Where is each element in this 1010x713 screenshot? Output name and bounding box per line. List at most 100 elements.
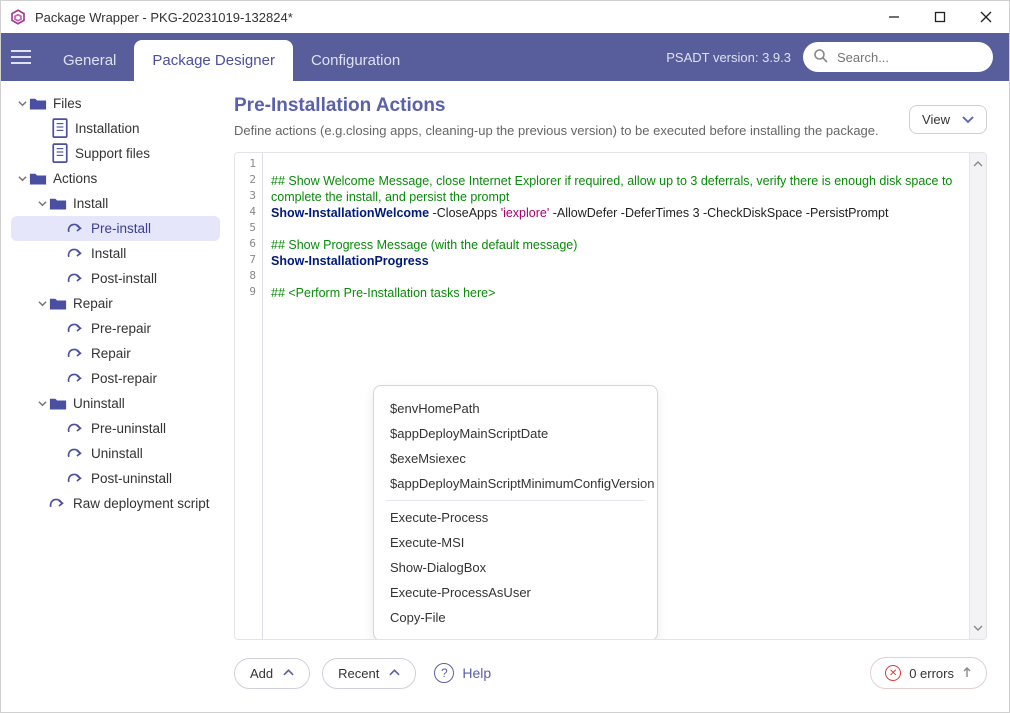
window-titlebar: Package Wrapper - PKG-20231019-132824* xyxy=(1,1,1009,33)
line-number: 3 xyxy=(235,189,262,205)
sidebar-item-label: Pre-repair xyxy=(91,321,151,336)
sidebar-item-label: Post-uninstall xyxy=(91,471,172,486)
sidebar-item-post-install[interactable]: Post-install xyxy=(11,266,220,291)
help-label: Help xyxy=(462,665,491,681)
suggest-item[interactable]: Show-DialogBox xyxy=(374,555,657,580)
autocomplete-popup[interactable]: $envHomePath $appDeployMainScriptDate $e… xyxy=(373,385,658,640)
sidebar-item-repair[interactable]: Repair xyxy=(11,291,220,316)
editor-gutter: 123456789 xyxy=(235,153,263,639)
suggest-divider xyxy=(386,500,645,501)
sidebar-item-installation[interactable]: Installation xyxy=(11,116,220,141)
view-button[interactable]: View xyxy=(909,105,987,134)
sidebar-item-uninstall[interactable]: Uninstall xyxy=(11,391,220,416)
line-number: 1 xyxy=(235,157,262,173)
sidebar-item-label: Uninstall xyxy=(91,446,143,461)
folder-icon xyxy=(29,95,47,113)
action-arrow-icon xyxy=(67,445,85,463)
window-close-button[interactable] xyxy=(963,1,1009,33)
sidebar-item-label: Uninstall xyxy=(73,396,125,411)
folder-icon xyxy=(29,170,47,188)
action-arrow-icon xyxy=(49,495,67,513)
sidebar-item-label: Post-repair xyxy=(91,371,157,386)
sidebar: Files Installation Support files Actions… xyxy=(1,81,226,712)
sidebar-item-actions[interactable]: Actions xyxy=(11,166,220,191)
sidebar-item-pre-install[interactable]: Pre-install xyxy=(11,216,220,241)
sidebar-item-pre-uninstall[interactable]: Pre-uninstall xyxy=(11,416,220,441)
suggest-item[interactable]: $appDeployMainScriptMinimumConfigVersion xyxy=(374,471,657,496)
suggest-item[interactable]: Execute-Process xyxy=(374,505,657,530)
hamburger-menu-button[interactable] xyxy=(1,33,41,81)
sidebar-item-uninstall-action[interactable]: Uninstall xyxy=(11,441,220,466)
main-panel: Pre-Installation Actions Define actions … xyxy=(226,81,1009,712)
suggest-item[interactable]: $exeMsiexec xyxy=(374,446,657,471)
page-subtitle: Define actions (e.g.closing apps, cleani… xyxy=(234,123,909,138)
bottom-toolbar: Add Recent ? Help ✕ 0 errors xyxy=(234,650,987,696)
sidebar-item-install[interactable]: Install xyxy=(11,191,220,216)
line-number: 7 xyxy=(235,253,262,269)
sidebar-item-label: Installation xyxy=(75,121,140,136)
action-arrow-icon xyxy=(67,270,85,288)
suggest-item[interactable]: $appDeployMainScriptDate xyxy=(374,421,657,446)
code-editor[interactable]: 123456789 ## Show Welcome Message, close… xyxy=(234,152,987,640)
app-logo-icon xyxy=(9,8,27,26)
sidebar-item-label: Pre-uninstall xyxy=(91,421,166,436)
sidebar-item-support-files[interactable]: Support files xyxy=(11,141,220,166)
line-number: 2 xyxy=(235,173,262,189)
errors-button[interactable]: ✕ 0 errors xyxy=(870,657,987,689)
action-arrow-icon xyxy=(67,470,85,488)
sidebar-item-post-uninstall[interactable]: Post-uninstall xyxy=(11,466,220,491)
chevron-down-icon xyxy=(15,99,29,108)
sidebar-item-label: Support files xyxy=(75,146,150,161)
error-x-icon: ✕ xyxy=(885,665,901,681)
window-maximize-button[interactable] xyxy=(917,1,963,33)
action-arrow-icon xyxy=(67,320,85,338)
sidebar-item-post-repair[interactable]: Post-repair xyxy=(11,366,220,391)
suggest-item[interactable]: Execute-ProcessAsUser xyxy=(374,580,657,605)
action-arrow-icon xyxy=(67,245,85,263)
sidebar-item-label: Install xyxy=(91,246,126,261)
sidebar-item-files[interactable]: Files xyxy=(11,91,220,116)
editor-scrollbar[interactable] xyxy=(969,153,986,639)
sidebar-item-label: Post-install xyxy=(91,271,157,286)
suggest-item[interactable]: $envHomePath xyxy=(374,396,657,421)
tab-bar: General Package Designer Configuration xyxy=(45,40,418,81)
chevron-down-icon xyxy=(35,399,49,408)
sidebar-item-label: Pre-install xyxy=(91,221,151,236)
line-number: 4 xyxy=(235,205,262,221)
sidebar-item-label: Actions xyxy=(53,171,97,186)
chevron-down-icon xyxy=(35,199,49,208)
sidebar-item-repair-action[interactable]: Repair xyxy=(11,341,220,366)
sidebar-item-label: Files xyxy=(53,96,82,111)
action-arrow-icon xyxy=(67,420,85,438)
search-icon xyxy=(813,48,829,69)
sidebar-item-raw-script[interactable]: Raw deployment script xyxy=(11,491,220,516)
arrow-up-icon xyxy=(962,666,972,681)
view-button-label: View xyxy=(922,112,950,127)
scroll-up-icon xyxy=(973,155,983,173)
tab-package-designer[interactable]: Package Designer xyxy=(134,40,293,81)
window-minimize-button[interactable] xyxy=(871,1,917,33)
errors-label: 0 errors xyxy=(909,666,954,681)
tab-general[interactable]: General xyxy=(45,40,134,81)
top-nav: General Package Designer Configuration P… xyxy=(1,33,1009,81)
suggest-item[interactable]: Execute-MSI xyxy=(374,530,657,555)
sidebar-item-install-action[interactable]: Install xyxy=(11,241,220,266)
recent-button-label: Recent xyxy=(338,666,379,681)
folder-icon xyxy=(49,295,67,313)
help-icon: ? xyxy=(434,663,454,683)
chevron-up-icon xyxy=(283,669,294,677)
line-number: 8 xyxy=(235,269,262,285)
recent-button[interactable]: Recent xyxy=(322,658,416,689)
chevron-up-icon xyxy=(389,669,400,677)
document-icon xyxy=(51,120,69,138)
psadt-version-label: PSADT version: 3.9.3 xyxy=(666,50,791,65)
scroll-down-icon xyxy=(973,619,983,637)
search-input[interactable] xyxy=(803,42,993,72)
sidebar-item-pre-repair[interactable]: Pre-repair xyxy=(11,316,220,341)
suggest-item[interactable]: Copy-File xyxy=(374,605,657,630)
sidebar-item-label: Repair xyxy=(73,296,113,311)
help-button[interactable]: ? Help xyxy=(434,663,491,683)
sidebar-item-label: Raw deployment script xyxy=(73,496,210,511)
tab-configuration[interactable]: Configuration xyxy=(293,40,418,81)
add-button[interactable]: Add xyxy=(234,658,310,689)
